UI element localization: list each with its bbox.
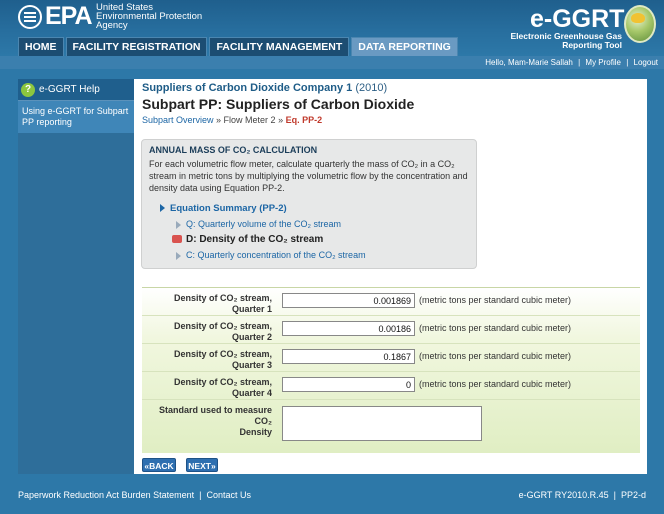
tab-data-reporting[interactable]: DATA REPORTING bbox=[351, 37, 458, 56]
help-icon: ? bbox=[21, 82, 35, 97]
breadcrumb-separator: » bbox=[275, 115, 286, 125]
field-label-line-2: Quarter 3 bbox=[231, 360, 272, 370]
user-greeting: Hello, Mam-Marie Sallah bbox=[485, 58, 573, 67]
calculation-description: For each volumetric flow meter, calculat… bbox=[149, 159, 468, 193]
field-label-line-1: Density of CO₂ stream, bbox=[173, 321, 272, 331]
company-label: Suppliers of Carbon Dioxide Company 1 bbox=[142, 82, 353, 94]
field-label: Density of CO₂ stream, Quarter 1 bbox=[142, 293, 272, 315]
unit-label: (metric tons per standard cubic meter) bbox=[419, 379, 572, 389]
equation-item-label: C: Quarterly concentration of the CO₂ st… bbox=[186, 250, 366, 260]
epa-agency-name: United States Environmental Protection A… bbox=[96, 3, 202, 31]
version-label: e-GGRT RY2010.R.45 bbox=[518, 490, 609, 500]
expand-arrow-icon bbox=[160, 204, 165, 213]
separator: | bbox=[626, 58, 629, 67]
density-q1-input[interactable] bbox=[282, 293, 415, 308]
sidebar-help-label: e-GGRT Help bbox=[39, 84, 100, 95]
brand-subtitle: Electronic Greenhouse Gas Reporting Tool bbox=[511, 32, 622, 50]
sidebar: ? e-GGRT Help Using e-GGRT for Subpart P… bbox=[18, 79, 134, 474]
density-q4-input[interactable] bbox=[282, 377, 415, 392]
site-footer: Paperwork Reduction Act Burden Statement… bbox=[0, 481, 664, 514]
tab-facility-registration[interactable]: FACILITY REGISTRATION bbox=[65, 37, 208, 56]
equation-item-c[interactable]: C: Quarterly concentration of the CO₂ st… bbox=[176, 250, 366, 260]
unit-label: (metric tons per standard cubic meter) bbox=[419, 323, 572, 333]
equation-summary-label: Equation Summary (PP-2) bbox=[170, 203, 287, 214]
equation-item-q[interactable]: Q: Quarterly volume of the CO₂ stream bbox=[176, 219, 341, 229]
calculation-box: ANNUAL MASS OF CO₂ CALCULATION For each … bbox=[141, 139, 477, 269]
page-title: Subpart PP: Suppliers of Carbon Dioxide bbox=[142, 96, 415, 112]
form-row-quarter-1: Density of CO₂ stream, Quarter 1 (metric… bbox=[142, 288, 640, 316]
current-step-icon bbox=[172, 235, 182, 244]
field-label-line-2: Quarter 4 bbox=[231, 388, 272, 398]
density-form: Density of CO₂ stream, Quarter 1 (metric… bbox=[142, 287, 640, 453]
form-row-quarter-2: Density of CO₂ stream, Quarter 2 (metric… bbox=[142, 316, 640, 344]
field-label-line-1: Density of CO₂ stream, bbox=[173, 349, 272, 359]
separator: | bbox=[578, 58, 581, 67]
separator: | bbox=[613, 490, 616, 500]
breadcrumb-flow-meter: Flow Meter 2 bbox=[223, 115, 276, 125]
equation-item-d-current: D: Density of the CO₂ stream bbox=[172, 234, 323, 245]
company-name: Suppliers of Carbon Dioxide Company 1 (2… bbox=[142, 82, 387, 94]
field-label-line-1: Density of CO₂ stream, bbox=[173, 377, 272, 387]
tab-home[interactable]: HOME bbox=[18, 37, 64, 56]
main-content: Suppliers of Carbon Dioxide Company 1 (2… bbox=[134, 79, 647, 474]
footer-version: e-GGRT RY2010.R.45 | PP2-d bbox=[519, 490, 646, 500]
form-row-quarter-3: Density of CO₂ stream, Quarter 3 (metric… bbox=[142, 344, 640, 372]
contact-us-link[interactable]: Contact Us bbox=[206, 490, 251, 500]
unit-label: (metric tons per standard cubic meter) bbox=[419, 351, 572, 361]
equation-summary-link[interactable]: Equation Summary (PP-2) bbox=[160, 203, 287, 214]
globe-icon bbox=[624, 5, 656, 43]
page-id: PP2-d bbox=[620, 490, 646, 500]
calculation-title: ANNUAL MASS OF CO₂ CALCULATION bbox=[149, 145, 318, 155]
field-label: Standard used to measure CO₂ Density bbox=[142, 405, 272, 438]
field-label: Density of CO₂ stream, Quarter 3 bbox=[142, 349, 272, 371]
separator: | bbox=[199, 490, 202, 500]
field-label-line-1: Density of CO₂ stream, bbox=[173, 293, 272, 303]
arrow-icon bbox=[176, 220, 181, 229]
field-label-line-2: Quarter 1 bbox=[231, 304, 272, 314]
agency-line-3: Agency bbox=[96, 20, 128, 31]
arrow-icon bbox=[176, 251, 181, 260]
sidebar-item-subpart-pp-guide[interactable]: Using e-GGRT for Subpart PP reporting bbox=[18, 101, 134, 133]
next-button[interactable]: NEXT» bbox=[186, 458, 218, 472]
density-q3-input[interactable] bbox=[282, 349, 415, 364]
eggrt-brand: e-GGRT Electronic Greenhouse Gas Reporti… bbox=[488, 2, 658, 54]
main-nav: HOME FACILITY REGISTRATION FACILITY MANA… bbox=[18, 37, 460, 56]
field-label: Density of CO₂ stream, Quarter 4 bbox=[142, 377, 272, 399]
breadcrumb: Subpart Overview » Flow Meter 2 » Eq. PP… bbox=[142, 115, 322, 125]
breadcrumb-separator: » bbox=[213, 115, 224, 125]
epa-flower-icon bbox=[18, 4, 42, 29]
equation-item-label: Q: Quarterly volume of the CO₂ stream bbox=[186, 219, 342, 229]
equation-item-label: D: Density of the CO₂ stream bbox=[186, 234, 324, 245]
my-profile-link[interactable]: My Profile bbox=[585, 58, 621, 67]
unit-label: (metric tons per standard cubic meter) bbox=[419, 295, 572, 305]
user-links: Hello, Mam-Marie Sallah | My Profile | L… bbox=[485, 57, 658, 68]
logout-link[interactable]: Logout bbox=[634, 58, 658, 67]
density-standard-textarea[interactable] bbox=[282, 406, 482, 441]
paperwork-reduction-link[interactable]: Paperwork Reduction Act Burden Statement bbox=[18, 490, 194, 500]
breadcrumb-current: Eq. PP-2 bbox=[285, 115, 323, 125]
footer-links: Paperwork Reduction Act Burden Statement… bbox=[18, 490, 251, 500]
form-row-standard: Standard used to measure CO₂ Density bbox=[142, 400, 640, 454]
back-button[interactable]: «BACK bbox=[142, 458, 176, 472]
site-header: EPA United States Environmental Protecti… bbox=[0, 0, 664, 56]
brand-name: e-GGRT bbox=[530, 5, 625, 33]
form-row-quarter-4: Density of CO₂ stream, Quarter 4 (metric… bbox=[142, 372, 640, 400]
tab-facility-management[interactable]: FACILITY MANAGEMENT bbox=[209, 37, 350, 56]
epa-logo-text: EPA bbox=[45, 2, 93, 30]
breadcrumb-subpart-overview[interactable]: Subpart Overview bbox=[142, 115, 214, 125]
field-label-line-2: Quarter 2 bbox=[231, 332, 272, 342]
field-label-line-2: Density bbox=[239, 427, 272, 437]
field-label-line-1: Standard used to measure CO₂ bbox=[158, 405, 272, 426]
field-label: Density of CO₂ stream, Quarter 2 bbox=[142, 321, 272, 343]
epa-logo[interactable]: EPA bbox=[18, 2, 93, 30]
user-bar: Hello, Mam-Marie Sallah | My Profile | L… bbox=[0, 56, 664, 69]
sidebar-help[interactable]: ? e-GGRT Help bbox=[18, 79, 134, 101]
brand-subtitle-line-2: Reporting Tool bbox=[562, 40, 622, 50]
page-frame: ? e-GGRT Help Using e-GGRT for Subpart P… bbox=[0, 69, 664, 481]
reporting-year: (2010) bbox=[355, 82, 388, 94]
density-q2-input[interactable] bbox=[282, 321, 415, 336]
